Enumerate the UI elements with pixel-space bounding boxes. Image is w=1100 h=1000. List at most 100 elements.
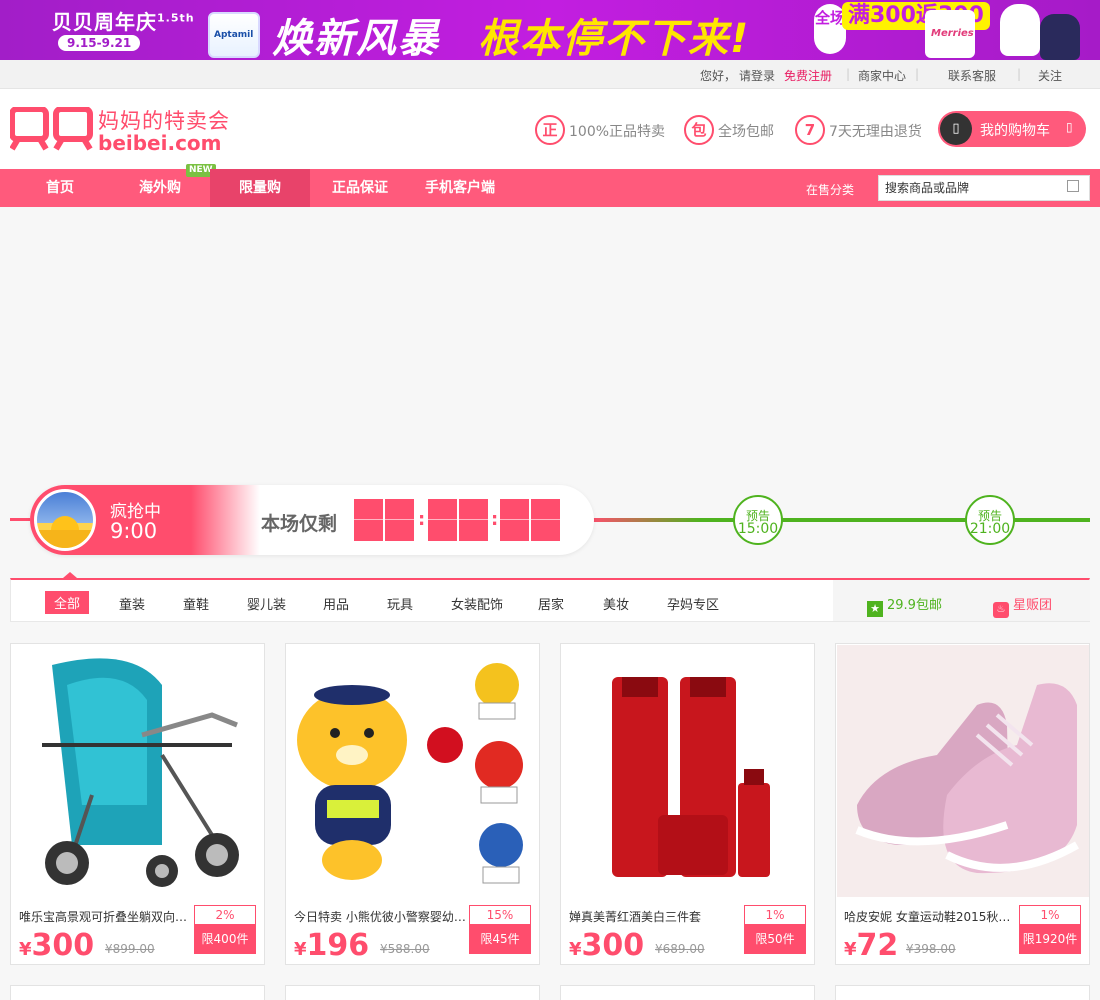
- flame-icon: ♨: [993, 602, 1009, 618]
- utility-bar: 您好， 请登录 免费注册 | 商家中心 | 联系客服 | 关注: [0, 60, 1100, 89]
- product-card[interactable]: 婵真美菁红酒美白三件套 ¥300 ¥689.00 1% 限50件: [560, 643, 815, 965]
- cart-button[interactable]: ▯ 我的购物车 ▯: [938, 111, 1086, 147]
- stock-limit: 限50件: [744, 925, 806, 954]
- site-header: 妈妈的特卖会 beibei.com 正 100%正品特卖 包 全场包邮 7 7天…: [0, 89, 1100, 169]
- countdown-digit: [459, 499, 488, 541]
- main-nav: 首页 海外购 NEW 限量购 正品保证 手机客户端 在售分类: [0, 164, 1100, 207]
- sold-percent: 15%: [469, 905, 531, 925]
- sold-percent: 1%: [1019, 905, 1081, 925]
- active-pointer: [63, 572, 77, 578]
- nav-limited[interactable]: 限量购: [210, 169, 310, 207]
- customer-service-link[interactable]: 联系客服: [948, 67, 996, 84]
- category-baby-clothing[interactable]: 婴儿装: [247, 594, 286, 613]
- stock-limit: 限1920件: [1019, 925, 1081, 954]
- shipping-icon: 包: [684, 115, 714, 145]
- category-all[interactable]: 全部: [45, 591, 90, 614]
- authentic-icon: 正: [535, 115, 565, 145]
- countdown-digit: [385, 499, 414, 541]
- sold-percent: 1%: [744, 905, 806, 925]
- shoe-image: [1000, 4, 1040, 56]
- stock-limit: 限45件: [469, 925, 531, 954]
- product-image-stroller[interactable]: [12, 645, 264, 897]
- product-name[interactable]: 今日特卖 小熊优彼小警察婴幼儿早教机: [294, 908, 466, 925]
- product-image-cosmetics[interactable]: [562, 645, 814, 897]
- category-beauty[interactable]: 美妆: [603, 594, 629, 613]
- original-price: ¥398.00: [906, 942, 956, 956]
- promo-banner[interactable]: 贝贝周年庆1.5th 9.15-9.21 Aptamil 焕新风暴 根本停不下来…: [0, 0, 1100, 60]
- product-card[interactable]: 唯乐宝高景观可折叠坐躺双向推车 ¥300 ¥899.00 2% 限400件: [10, 643, 265, 965]
- product-card[interactable]: 今日特卖 小熊优彼小警察婴幼儿早教机 ¥196 ¥588.00 15% 限45件: [285, 643, 540, 965]
- follow-link[interactable]: 关注: [1038, 67, 1062, 84]
- divider: |: [846, 67, 851, 81]
- category-filter-bar: 全部 童装 童鞋 婴儿装 用品 玩具 女装配饰 居家 美妆 孕妈专区 ★ 29.9…: [10, 572, 1090, 622]
- countdown-colon: :: [491, 509, 499, 530]
- product-card-partial[interactable]: [560, 985, 815, 1000]
- cart-label: 我的购物车: [980, 123, 1050, 139]
- greeting-text: 您好，: [700, 69, 737, 83]
- category-toys[interactable]: 玩具: [387, 594, 413, 613]
- countdown-digit: [500, 499, 529, 541]
- cart-icon: ▯: [940, 113, 972, 145]
- current-session[interactable]: 疯抢中 9:00 本场仅剩 : :: [30, 485, 594, 555]
- original-price: ¥899.00: [105, 942, 155, 956]
- original-price: ¥588.00: [380, 942, 430, 956]
- anniversary-logo: 贝贝周年庆1.5th: [52, 10, 195, 34]
- product-name[interactable]: 婵真美菁红酒美白三件套: [569, 908, 741, 925]
- beibei-logo-icon[interactable]: [10, 107, 95, 151]
- register-link[interactable]: 免费注册: [784, 67, 832, 84]
- category-supplies[interactable]: 用品: [323, 594, 349, 613]
- timeline-line-right: [590, 518, 1090, 522]
- product-name[interactable]: 哈皮安妮 女童运动鞋2015秋季新款: [844, 908, 1016, 925]
- merchant-center-link[interactable]: 商家中心: [858, 67, 906, 84]
- divider: |: [1017, 67, 1022, 81]
- sold-percent: 2%: [194, 905, 256, 925]
- diaper-pack-image: Merries: [925, 10, 975, 58]
- preview-session-2100[interactable]: 预告 21:00: [965, 495, 1015, 545]
- nav-mobile-app[interactable]: 手机客户端: [410, 169, 510, 207]
- original-price: ¥689.00: [655, 942, 705, 956]
- product-name[interactable]: 唯乐宝高景观可折叠坐躺双向推车: [19, 908, 191, 925]
- nav-authentic[interactable]: 正品保证: [310, 169, 410, 207]
- category-kids-clothing[interactable]: 童装: [119, 594, 145, 613]
- product-image-toy-bear[interactable]: [287, 645, 539, 897]
- product-card-partial[interactable]: [285, 985, 540, 1000]
- countdown-digit: [531, 499, 560, 541]
- category-maternity[interactable]: 孕妈专区: [667, 594, 719, 613]
- category-kids-shoes[interactable]: 童鞋: [183, 594, 209, 613]
- banner-headline-yellow: 根本停不下来!: [478, 16, 751, 60]
- preview-session-1500[interactable]: 预告 15:00: [733, 495, 783, 545]
- product-image-shoes[interactable]: [837, 645, 1089, 897]
- star-group-filter[interactable]: ♨ 星贩团: [993, 594, 1052, 618]
- search-icon[interactable]: [1067, 180, 1079, 192]
- product-price: ¥72: [844, 928, 899, 963]
- stock-limit: 限400件: [194, 925, 256, 954]
- product-card-partial[interactable]: [10, 985, 265, 1000]
- product-card-partial[interactable]: [835, 985, 1090, 1000]
- banner-headline-white: 焕新风暴: [272, 16, 440, 60]
- product-price: ¥300: [569, 928, 645, 963]
- search-input[interactable]: [879, 176, 1059, 200]
- product-price: ¥300: [19, 928, 95, 963]
- product-price: ¥196: [294, 928, 370, 963]
- product-card[interactable]: 哈皮安妮 女童运动鞋2015秋季新款 ¥72 ¥398.00 1% 限1920件: [835, 643, 1090, 965]
- jacket-image: [1040, 14, 1080, 60]
- category-women-accessories[interactable]: 女装配饰: [451, 594, 503, 613]
- countdown-digit: [354, 499, 383, 541]
- category-menu[interactable]: 在售分类: [806, 181, 854, 198]
- brand-domain: beibei.com: [98, 131, 222, 155]
- login-link[interactable]: 请登录: [739, 67, 775, 84]
- remaining-label: 本场仅剩: [261, 513, 338, 535]
- star-icon: ★: [867, 601, 883, 617]
- banner-dates: 9.15-9.21: [58, 35, 141, 51]
- nav-home[interactable]: 首页: [10, 169, 110, 207]
- category-home[interactable]: 居家: [538, 594, 564, 613]
- free-shipping-filter[interactable]: ★ 29.9包邮: [867, 594, 942, 617]
- return-icon: 7: [795, 115, 825, 145]
- sunrise-icon: [34, 489, 96, 551]
- countdown-digit: [428, 499, 457, 541]
- divider: |: [915, 67, 920, 81]
- cart-arrow-icon: ▯: [1066, 120, 1073, 134]
- countdown-colon: :: [418, 509, 426, 530]
- milk-can-image: Aptamil: [208, 12, 260, 58]
- search-box: [878, 175, 1090, 201]
